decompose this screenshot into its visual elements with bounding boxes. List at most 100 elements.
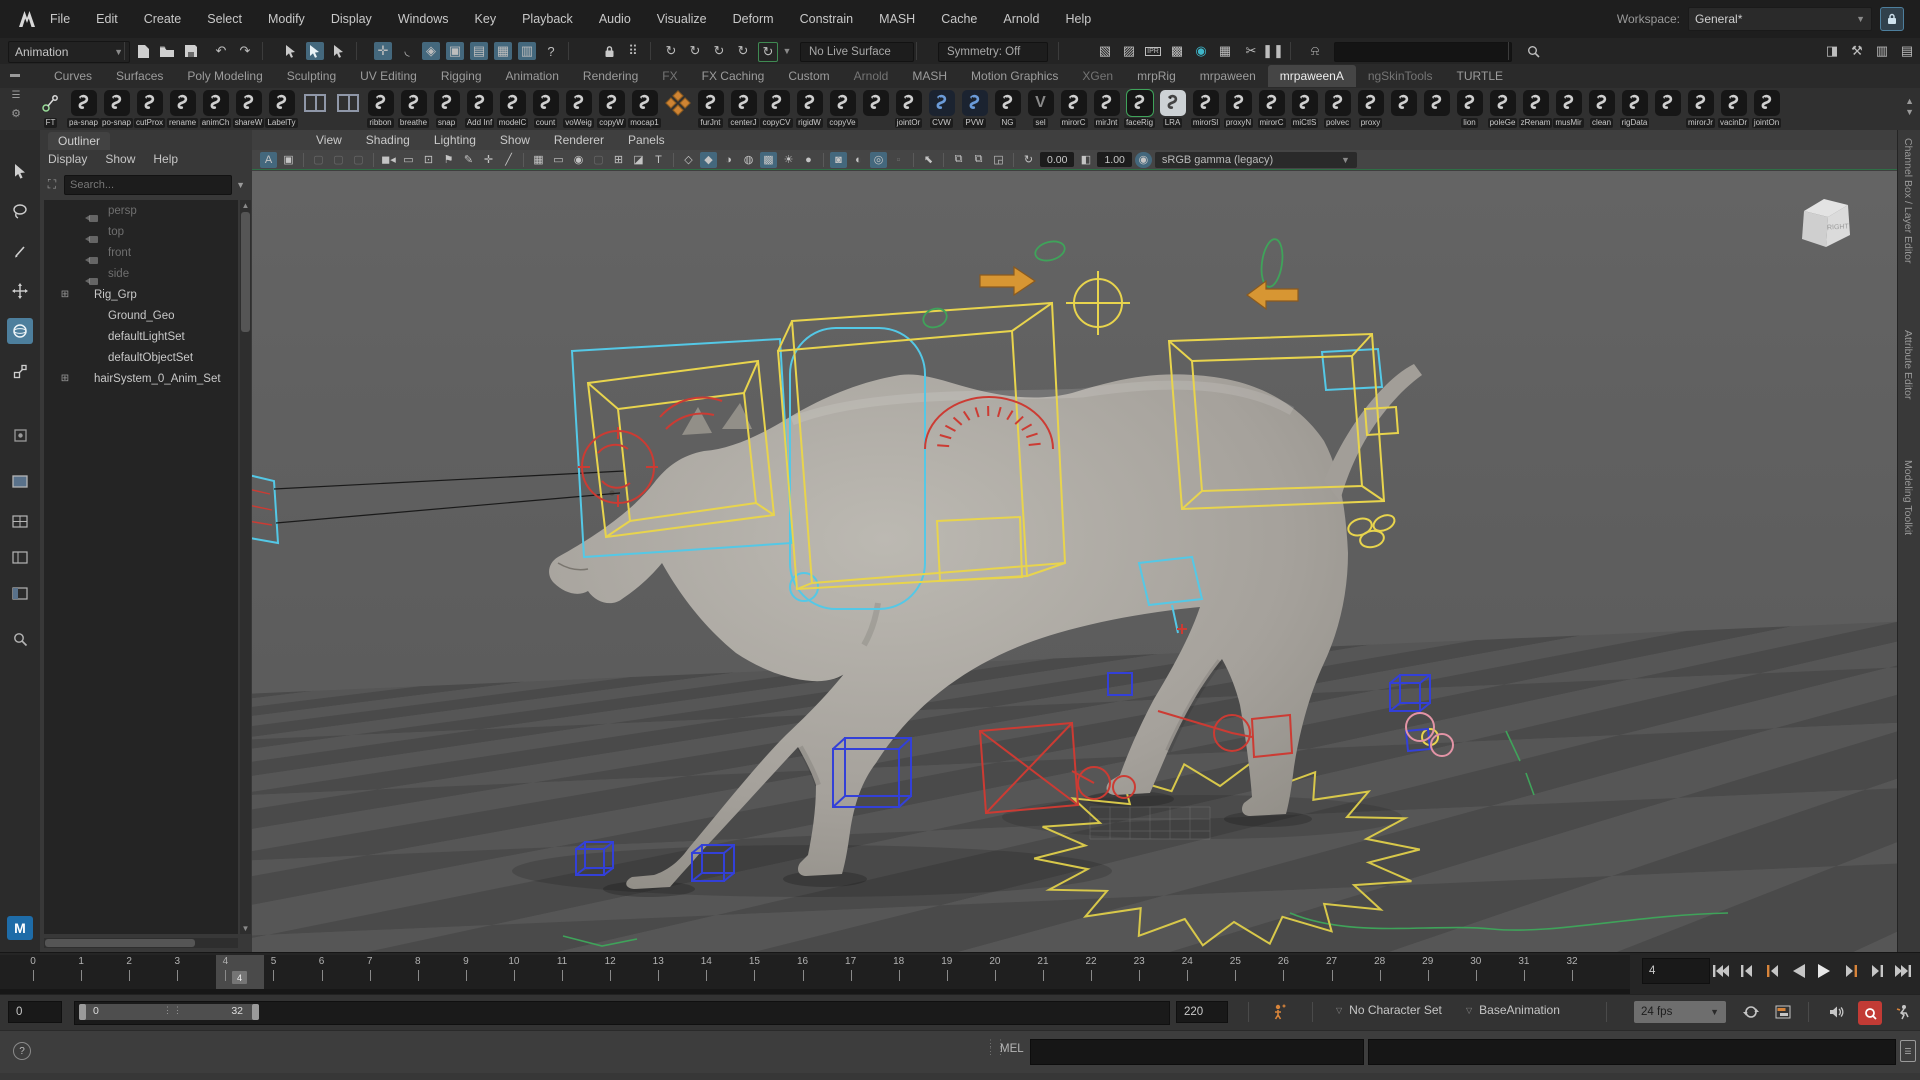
last-tool-used-button[interactable] <box>7 422 33 448</box>
timeline-frame[interactable]: 22 <box>1091 955 1139 989</box>
viewport-menu-item[interactable]: Panels <box>628 133 665 147</box>
timeline-frame[interactable]: 15 <box>754 955 802 989</box>
open-scene-button[interactable] <box>158 42 176 60</box>
shelf-tab[interactable]: FX Caching <box>690 65 777 87</box>
construction-history-icon[interactable]: ↻ <box>662 42 680 60</box>
go-to-end-button[interactable] <box>1890 958 1915 983</box>
viewport-panel[interactable]: ⋮⋮ ViewShadingLightingShowRendererPanels… <box>252 130 1898 952</box>
redo-button[interactable]: ↷ <box>236 42 254 60</box>
snap-point-icon[interactable]: ◈ <box>422 42 440 60</box>
menu-item[interactable]: File <box>50 12 70 26</box>
shelf-tool[interactable]: V PVW <box>958 89 991 129</box>
shelf-tool[interactable]: V <box>298 89 331 129</box>
outliner-vertical-scrollbar[interactable]: ▲ ▼ <box>240 200 251 934</box>
timeline-frame[interactable]: 30 <box>1476 955 1524 989</box>
shelf-tool[interactable]: V jointOr <box>892 89 925 129</box>
layout-single-pane-button[interactable] <box>7 468 33 494</box>
move-tool-button[interactable] <box>7 278 33 304</box>
textured-icon[interactable]: ◍ <box>740 152 757 168</box>
viewport-menu-item[interactable]: View <box>316 133 342 147</box>
shelf-tab[interactable]: FX <box>650 65 689 87</box>
shelf-tool[interactable]: V polvec <box>1321 89 1354 129</box>
outliner-item[interactable]: ⊞ Rig_Grp <box>44 284 238 305</box>
shelf-tool[interactable]: V ribbon <box>364 89 397 129</box>
lasso-tool-button[interactable] <box>7 198 33 224</box>
timeline-frame[interactable]: 11 <box>562 955 610 989</box>
timeline-frame[interactable]: 8 <box>418 955 466 989</box>
shelf-tool[interactable]: V mirorC <box>1255 89 1288 129</box>
lock-selection-icon[interactable] <box>600 42 618 60</box>
shelf-tab[interactable]: Rigging <box>429 65 494 87</box>
shelf-tool[interactable]: V rigData <box>1618 89 1651 129</box>
shelf-overflow-button[interactable]: ▲▼ <box>1905 96 1914 118</box>
character-set-select[interactable]: ▽ No Character Set <box>1336 1003 1442 1017</box>
viewport-menu-item[interactable]: Renderer <box>554 133 604 147</box>
shelf-tool[interactable]: V miCtlS <box>1288 89 1321 129</box>
bookmark-icon[interactable]: ▢ <box>310 152 327 168</box>
save-scene-button[interactable] <box>182 42 200 60</box>
xray-icon[interactable]: ⧉ <box>950 152 967 168</box>
timeline-frame[interactable]: 18 <box>899 955 947 989</box>
evaluation-mode-icon[interactable]: ↻ <box>758 42 778 62</box>
viewport-scene[interactable]: RIGHT <box>252 171 1898 952</box>
menu-item[interactable]: Deform <box>733 12 774 26</box>
history-2-icon[interactable]: ↻ <box>686 42 704 60</box>
play-forwards-button[interactable] <box>1812 958 1837 983</box>
chevron-down-icon[interactable]: ▼ <box>236 180 248 190</box>
go-to-start-button[interactable] <box>1708 958 1733 983</box>
select-tool-button[interactable] <box>7 158 33 184</box>
shelf-tool[interactable]: V <box>859 89 892 129</box>
chevron-down-icon[interactable]: ▼ <box>782 42 792 60</box>
safe-action-icon[interactable]: ✛ <box>480 152 497 168</box>
render-setup-icon[interactable]: ▦ <box>1216 42 1234 60</box>
shelf-tool[interactable]: V NG <box>991 89 1024 129</box>
menu-item[interactable]: Visualize <box>657 12 707 26</box>
snap-view-plane-icon[interactable]: ▤ <box>470 42 488 60</box>
shelf-tool[interactable]: V animCh <box>199 89 232 129</box>
expand-icon[interactable]: ⊞ <box>58 289 72 300</box>
wireframe-on-shaded-icon[interactable]: ◑ <box>720 152 737 168</box>
timeline-frame[interactable]: 31 <box>1524 955 1572 989</box>
shelf-tab[interactable]: Arnold <box>842 65 901 87</box>
workspace-lock-button[interactable] <box>1880 7 1904 31</box>
outliner-item[interactable]: front <box>44 242 238 263</box>
toggle-tool-settings-icon[interactable]: ⚒ <box>1848 42 1866 60</box>
shelf-tab[interactable]: mrpaween <box>1188 65 1268 87</box>
shelf-tool[interactable]: V <box>661 89 694 129</box>
step-forward-frame-button[interactable] <box>1864 958 1889 983</box>
film-gate2-icon[interactable]: ▭ <box>550 152 567 168</box>
workspace-select[interactable]: General* ▼ <box>1688 7 1872 31</box>
shelf-tool[interactable]: V copyW <box>595 89 628 129</box>
shelf-tab[interactable]: Rendering <box>571 65 650 87</box>
shelf-tab[interactable]: Curves <box>42 65 104 87</box>
paint-select-tool-button[interactable] <box>7 238 33 264</box>
shelf-tool[interactable]: V breathe <box>397 89 430 129</box>
shelf-gear-icon[interactable]: ⚙ <box>11 107 21 120</box>
occlusion-icon[interactable]: ● <box>800 152 817 168</box>
shelf-tool[interactable]: V mirorJr <box>1684 89 1717 129</box>
outliner-item[interactable]: Ground_Geo <box>44 305 238 326</box>
shelf-tool[interactable]: V mirorC <box>1057 89 1090 129</box>
shelf-tool[interactable]: V po-snap <box>100 89 133 129</box>
shelf-tool[interactable]: V copyVe <box>826 89 859 129</box>
new-scene-button[interactable] <box>134 42 152 60</box>
step-forward-key-button[interactable] <box>1838 958 1863 983</box>
snap-curve-icon[interactable]: ◟ <box>398 42 416 60</box>
menu-item[interactable]: Modify <box>268 12 305 26</box>
animation-end-field[interactable]: 220 <box>1176 1001 1228 1023</box>
menu-item[interactable]: Key <box>475 12 497 26</box>
two-d-pan-icon[interactable]: ▢ <box>350 152 367 168</box>
shelf-tool[interactable]: V poleGe <box>1486 89 1519 129</box>
select-camera-icon[interactable]: A <box>260 152 277 168</box>
snap-history-icon[interactable]: ▥ <box>518 42 536 60</box>
range-slider[interactable]: 0 ⋮⋮ 32 <box>79 1004 259 1020</box>
scale-tool-button[interactable] <box>7 358 33 384</box>
menu-item[interactable]: Display <box>331 12 372 26</box>
shelf-tool[interactable]: V LRA <box>1156 89 1189 129</box>
shelf-tab[interactable]: MASH <box>900 65 959 87</box>
fieldchart-icon[interactable]: ⊞ <box>610 152 627 168</box>
timeline-frame[interactable]: 26 <box>1283 955 1331 989</box>
current-frame-field[interactable]: 4 <box>1642 958 1710 984</box>
exposure-toggle-icon[interactable]: ◲ <box>990 152 1007 168</box>
timeline-frame[interactable]: 9 <box>466 955 514 989</box>
